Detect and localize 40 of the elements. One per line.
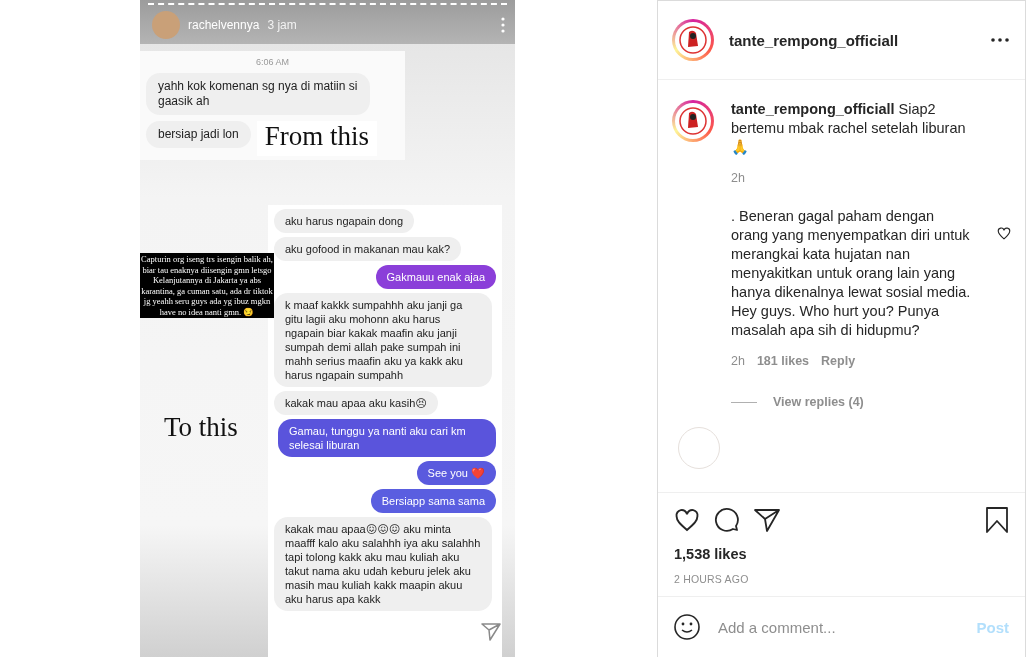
comment-likes[interactable]: 181 likes bbox=[756, 354, 810, 368]
message-bubble: Bersiapp sama sama bbox=[370, 489, 496, 513]
bookmark-icon[interactable] bbox=[985, 507, 1009, 533]
profile-avatar[interactable] bbox=[672, 100, 714, 142]
message-bubble: kakak mau apaa aku kasih😣 bbox=[274, 391, 438, 415]
comment-icon[interactable] bbox=[714, 507, 740, 533]
send-icon bbox=[481, 623, 501, 641]
story-username: rachelvennya bbox=[188, 18, 260, 32]
avatar-circle bbox=[152, 11, 180, 39]
message-bubble: k maaf kakkk sumpahhh aku janji ga gitu lagii aku mohonn aku harus ngapain biar kakak maafin aku janji sumpah demi allah pake sumpah ini mahh serius maafin aku ya kakk aku harus ngapain sumpahh bbox=[274, 293, 492, 387]
message-bubble: aku gofood in makanan mau kak? bbox=[274, 237, 462, 261]
caption-overlay: Capturin org iseng trs isengin balik ah, biar tau enaknya diisengin gmn letsgo Kelanjutannya di Jakarta ya abs karantina, ga cuman satu, ada dr tiktok jg yeahh seru guys ada yg ibuz mgkn have no idea nanti gmn. 😏 bbox=[140, 253, 274, 318]
profile-avatar[interactable] bbox=[672, 19, 714, 61]
account-username[interactable]: tante_rempong_officiall bbox=[729, 31, 899, 49]
emoji-icon[interactable] bbox=[674, 614, 700, 640]
reply-button[interactable]: Reply bbox=[821, 354, 856, 368]
like-count[interactable]: 1,538 likes bbox=[674, 546, 1009, 562]
post-time: 2 HOURS AGO bbox=[674, 573, 750, 587]
comment-time: 2h bbox=[731, 354, 745, 368]
like-icon[interactable] bbox=[674, 508, 700, 532]
message-bubble: bersiap jadi lon bbox=[146, 121, 251, 148]
message-bubble: See you ❤ bbox=[416, 461, 496, 485]
caption-time: 2h bbox=[731, 171, 745, 185]
view-replies-button[interactable]: View replies (4) bbox=[773, 395, 864, 409]
more-icon bbox=[501, 17, 505, 33]
message-bubble: Gakmauu enak ajaa bbox=[375, 265, 496, 289]
message-bubble: kakak mau apaa😖😖😖 aku minta maafff kalo aku salahhh iya aku salahhh tapi tolong kakk aku mau kuliah aku takut nama aku udah keburu jelek aku masih mau kuliah kakk maapin akuu aku harus apa kakk bbox=[274, 517, 492, 611]
story-time: 3 jam bbox=[267, 18, 297, 32]
post-caption: tante_rempong_officiall Siap2 bertemu mbak rachel setelah liburan 🙏 bbox=[731, 100, 967, 157]
more-icon[interactable] bbox=[991, 38, 1009, 42]
message-bubble: Gamau, tunggu ya nanti aku cari km selesai liburan bbox=[278, 419, 496, 457]
message-bubble: aku harus ngapain dong bbox=[274, 209, 415, 233]
comment-text: . Beneran gagal paham dengan orang yang menyempatkan diri untuk merangkai kata hujatan nan menyakitkan untuk orang lain yang hanya dikenalnya lewat sosial media. Hey guys. Who hurt you? Punya masalah apa sih di hidupmu? bbox=[731, 207, 971, 340]
overlay-text: From this bbox=[256, 121, 377, 156]
share-icon[interactable] bbox=[754, 508, 780, 532]
overlay-text: To this bbox=[164, 412, 238, 443]
comment-input[interactable]: Add a comment... bbox=[716, 617, 961, 637]
heart-icon[interactable] bbox=[997, 227, 1011, 240]
chat-timestamp: 6:06 AM bbox=[256, 57, 289, 67]
message-bubble: yahh kok komenan sg nya di matiin si gaasik ah bbox=[146, 73, 370, 115]
